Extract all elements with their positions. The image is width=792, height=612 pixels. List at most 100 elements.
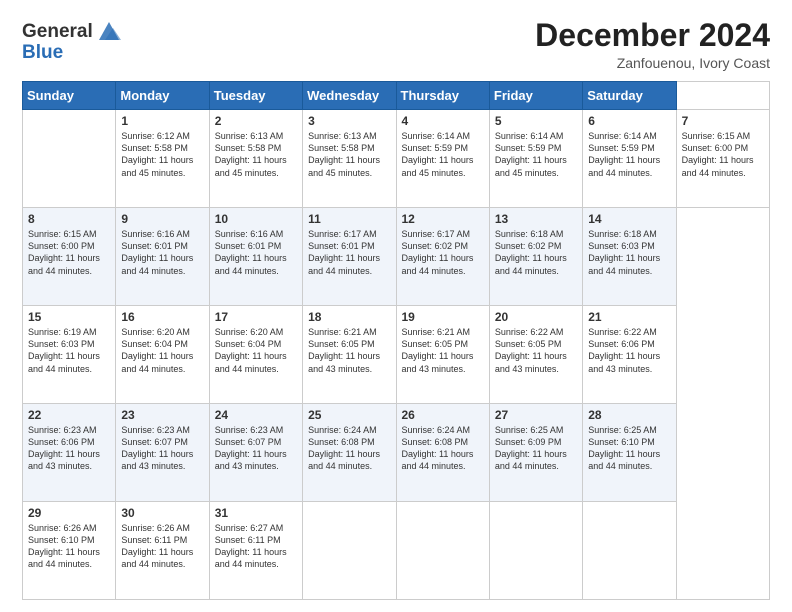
cell-details: Sunrise: 6:16 AMSunset: 6:01 PMDaylight:… [215, 228, 297, 277]
cell-details: Sunrise: 6:23 AMSunset: 6:07 PMDaylight:… [121, 424, 203, 473]
header-thursday: Thursday [396, 82, 489, 110]
table-row: 7 Sunrise: 6:15 AMSunset: 6:00 PMDayligh… [676, 110, 769, 208]
cell-details: Sunrise: 6:15 AMSunset: 6:00 PMDaylight:… [28, 228, 110, 277]
table-row [396, 502, 489, 600]
page: General Blue December 2024 Zanfouenou, I… [0, 0, 792, 612]
table-row: 21 Sunrise: 6:22 AMSunset: 6:06 PMDaylig… [583, 306, 676, 404]
calendar-week-2: 8 Sunrise: 6:15 AMSunset: 6:00 PMDayligh… [23, 208, 770, 306]
cell-details: Sunrise: 6:12 AMSunset: 5:58 PMDaylight:… [121, 130, 203, 179]
table-row: 11 Sunrise: 6:17 AMSunset: 6:01 PMDaylig… [303, 208, 396, 306]
header-wednesday: Wednesday [303, 82, 396, 110]
table-row: 15 Sunrise: 6:19 AMSunset: 6:03 PMDaylig… [23, 306, 116, 404]
cell-details: Sunrise: 6:20 AMSunset: 6:04 PMDaylight:… [215, 326, 297, 375]
table-row: 26 Sunrise: 6:24 AMSunset: 6:08 PMDaylig… [396, 404, 489, 502]
calendar-week-3: 15 Sunrise: 6:19 AMSunset: 6:03 PMDaylig… [23, 306, 770, 404]
cell-details: Sunrise: 6:27 AMSunset: 6:11 PMDaylight:… [215, 522, 297, 571]
table-row: 25 Sunrise: 6:24 AMSunset: 6:08 PMDaylig… [303, 404, 396, 502]
day-number: 21 [588, 310, 670, 324]
cell-details: Sunrise: 6:23 AMSunset: 6:06 PMDaylight:… [28, 424, 110, 473]
cell-details: Sunrise: 6:14 AMSunset: 5:59 PMDaylight:… [495, 130, 577, 179]
month-title: December 2024 [535, 18, 770, 53]
header-friday: Friday [489, 82, 582, 110]
table-row: 5 Sunrise: 6:14 AMSunset: 5:59 PMDayligh… [489, 110, 582, 208]
day-number: 6 [588, 114, 670, 128]
table-row: 29 Sunrise: 6:26 AMSunset: 6:10 PMDaylig… [23, 502, 116, 600]
header-sunday: Sunday [23, 82, 116, 110]
day-number: 4 [402, 114, 484, 128]
header: General Blue December 2024 Zanfouenou, I… [22, 18, 770, 71]
day-number: 1 [121, 114, 203, 128]
cell-details: Sunrise: 6:17 AMSunset: 6:02 PMDaylight:… [402, 228, 484, 277]
day-number: 5 [495, 114, 577, 128]
table-row: 23 Sunrise: 6:23 AMSunset: 6:07 PMDaylig… [116, 404, 209, 502]
day-number: 23 [121, 408, 203, 422]
day-number: 18 [308, 310, 390, 324]
cell-details: Sunrise: 6:18 AMSunset: 6:03 PMDaylight:… [588, 228, 670, 277]
table-row: 28 Sunrise: 6:25 AMSunset: 6:10 PMDaylig… [583, 404, 676, 502]
calendar-week-1: 1 Sunrise: 6:12 AMSunset: 5:58 PMDayligh… [23, 110, 770, 208]
day-number: 15 [28, 310, 110, 324]
day-number: 14 [588, 212, 670, 226]
day-number: 16 [121, 310, 203, 324]
calendar-table: Sunday Monday Tuesday Wednesday Thursday… [22, 81, 770, 600]
cell-details: Sunrise: 6:14 AMSunset: 5:59 PMDaylight:… [588, 130, 670, 179]
table-row: 1 Sunrise: 6:12 AMSunset: 5:58 PMDayligh… [116, 110, 209, 208]
table-row: 30 Sunrise: 6:26 AMSunset: 6:11 PMDaylig… [116, 502, 209, 600]
table-row: 22 Sunrise: 6:23 AMSunset: 6:06 PMDaylig… [23, 404, 116, 502]
day-number: 25 [308, 408, 390, 422]
table-row: 24 Sunrise: 6:23 AMSunset: 6:07 PMDaylig… [209, 404, 302, 502]
table-row: 27 Sunrise: 6:25 AMSunset: 6:09 PMDaylig… [489, 404, 582, 502]
day-number: 7 [682, 114, 764, 128]
table-row: 13 Sunrise: 6:18 AMSunset: 6:02 PMDaylig… [489, 208, 582, 306]
day-number: 20 [495, 310, 577, 324]
calendar-header-row: Sunday Monday Tuesday Wednesday Thursday… [23, 82, 770, 110]
cell-details: Sunrise: 6:13 AMSunset: 5:58 PMDaylight:… [308, 130, 390, 179]
day-number: 2 [215, 114, 297, 128]
table-row: 10 Sunrise: 6:16 AMSunset: 6:01 PMDaylig… [209, 208, 302, 306]
table-row: 16 Sunrise: 6:20 AMSunset: 6:04 PMDaylig… [116, 306, 209, 404]
cell-details: Sunrise: 6:16 AMSunset: 6:01 PMDaylight:… [121, 228, 203, 277]
location-subtitle: Zanfouenou, Ivory Coast [535, 55, 770, 71]
calendar-week-5: 29 Sunrise: 6:26 AMSunset: 6:10 PMDaylig… [23, 502, 770, 600]
logo-icon [95, 18, 123, 46]
table-row [303, 502, 396, 600]
table-row: 19 Sunrise: 6:21 AMSunset: 6:05 PMDaylig… [396, 306, 489, 404]
table-row: 14 Sunrise: 6:18 AMSunset: 6:03 PMDaylig… [583, 208, 676, 306]
cell-details: Sunrise: 6:20 AMSunset: 6:04 PMDaylight:… [121, 326, 203, 375]
day-number: 13 [495, 212, 577, 226]
cell-details: Sunrise: 6:24 AMSunset: 6:08 PMDaylight:… [308, 424, 390, 473]
header-tuesday: Tuesday [209, 82, 302, 110]
table-row: 8 Sunrise: 6:15 AMSunset: 6:00 PMDayligh… [23, 208, 116, 306]
day-number: 30 [121, 506, 203, 520]
cell-details: Sunrise: 6:26 AMSunset: 6:11 PMDaylight:… [121, 522, 203, 571]
cell-details: Sunrise: 6:24 AMSunset: 6:08 PMDaylight:… [402, 424, 484, 473]
table-row [583, 502, 676, 600]
cell-details: Sunrise: 6:15 AMSunset: 6:00 PMDaylight:… [682, 130, 764, 179]
calendar-week-4: 22 Sunrise: 6:23 AMSunset: 6:06 PMDaylig… [23, 404, 770, 502]
day-number: 8 [28, 212, 110, 226]
day-number: 17 [215, 310, 297, 324]
cell-details: Sunrise: 6:14 AMSunset: 5:59 PMDaylight:… [402, 130, 484, 179]
cell-details: Sunrise: 6:21 AMSunset: 6:05 PMDaylight:… [402, 326, 484, 375]
day-number: 19 [402, 310, 484, 324]
table-row: 18 Sunrise: 6:21 AMSunset: 6:05 PMDaylig… [303, 306, 396, 404]
day-number: 29 [28, 506, 110, 520]
cell-details: Sunrise: 6:25 AMSunset: 6:09 PMDaylight:… [495, 424, 577, 473]
day-number: 3 [308, 114, 390, 128]
cell-details: Sunrise: 6:26 AMSunset: 6:10 PMDaylight:… [28, 522, 110, 571]
cell-details: Sunrise: 6:22 AMSunset: 6:06 PMDaylight:… [588, 326, 670, 375]
day-number: 24 [215, 408, 297, 422]
table-row: 20 Sunrise: 6:22 AMSunset: 6:05 PMDaylig… [489, 306, 582, 404]
table-row: 2 Sunrise: 6:13 AMSunset: 5:58 PMDayligh… [209, 110, 302, 208]
header-monday: Monday [116, 82, 209, 110]
cell-details: Sunrise: 6:25 AMSunset: 6:10 PMDaylight:… [588, 424, 670, 473]
day-number: 10 [215, 212, 297, 226]
table-row: 3 Sunrise: 6:13 AMSunset: 5:58 PMDayligh… [303, 110, 396, 208]
cell-details: Sunrise: 6:18 AMSunset: 6:02 PMDaylight:… [495, 228, 577, 277]
cell-details: Sunrise: 6:23 AMSunset: 6:07 PMDaylight:… [215, 424, 297, 473]
table-row: 6 Sunrise: 6:14 AMSunset: 5:59 PMDayligh… [583, 110, 676, 208]
day-number: 9 [121, 212, 203, 226]
day-number: 22 [28, 408, 110, 422]
cell-details: Sunrise: 6:19 AMSunset: 6:03 PMDaylight:… [28, 326, 110, 375]
table-row: 17 Sunrise: 6:20 AMSunset: 6:04 PMDaylig… [209, 306, 302, 404]
